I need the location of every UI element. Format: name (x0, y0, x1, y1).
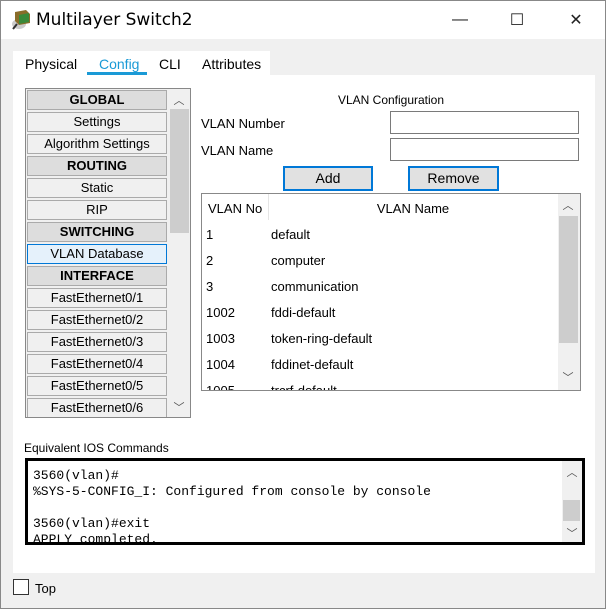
table-row[interactable]: 3 communication (202, 279, 558, 299)
vlan-no-cell: 3 (206, 279, 214, 294)
vlan-no-cell: 2 (206, 253, 214, 268)
ios-commands-console[interactable]: 3560(vlan)# %SYS-5-CONFIG_I: Configured f… (25, 458, 585, 545)
console-line: 3560(vlan)#exit (33, 516, 151, 531)
vlan-name-cell: fddinet-default (271, 357, 354, 372)
vlan-name-input[interactable] (390, 138, 579, 161)
console-line: APPLY completed. (33, 532, 158, 545)
table-row[interactable]: 1005 trcrf-default (202, 383, 558, 391)
tab-cli[interactable]: CLI (159, 56, 181, 72)
sidebar-section-header: SWITCHING (27, 222, 167, 242)
console-scrollbar[interactable]: ︿ ﹀ (562, 461, 582, 542)
title-bar: Multilayer Switch2 — ☐ ✕ (1, 1, 605, 39)
console-line: 3560(vlan)# (33, 468, 119, 483)
sidebar-item[interactable]: FastEthernet0/5 (27, 376, 167, 396)
scroll-up-icon[interactable]: ︿ (558, 197, 578, 213)
switch-icon (12, 10, 30, 30)
column-header-vlan-no[interactable]: VLAN No (208, 201, 262, 216)
scroll-down-icon[interactable]: ﹀ (558, 369, 578, 385)
close-button[interactable]: ✕ (553, 1, 599, 39)
vlan-table: VLAN No VLAN Name 1 default 2 computer 3 comm… (201, 193, 581, 391)
sidebar-item[interactable]: RIP (27, 200, 167, 220)
vlan-no-cell: 1004 (206, 357, 235, 372)
table-row[interactable]: 1003 token-ring-default (202, 331, 558, 351)
vlan-name-cell: computer (271, 253, 326, 268)
active-tab-indicator (87, 72, 147, 75)
console-line: %SYS-5-CONFIG_I: Configured from console… (33, 484, 431, 499)
table-row[interactable]: 1 default (202, 227, 558, 247)
sidebar-item[interactable]: VLAN Database (27, 244, 167, 264)
table-scrollbar[interactable]: ︿ ﹀ (558, 194, 580, 390)
vlan-name-cell: communication (271, 279, 359, 294)
sidebar-item[interactable]: FastEthernet0/6 (27, 398, 167, 417)
sidebar-item[interactable]: FastEthernet0/2 (27, 310, 167, 330)
sidebar-item[interactable]: Algorithm Settings (27, 134, 167, 154)
sidebar-item[interactable]: FastEthernet0/4 (27, 354, 167, 374)
vlan-name-cell: default (271, 227, 311, 242)
column-header-vlan-name[interactable]: VLAN Name (269, 201, 557, 216)
sidebar-section-header: INTERFACE (27, 266, 167, 286)
scroll-up-icon[interactable]: ︿ (562, 464, 582, 480)
scroll-down-icon[interactable]: ﹀ (562, 525, 582, 541)
top-checkbox[interactable] (13, 579, 29, 595)
sidebar-list: GLOBAL Settings Algorithm Settings ROUTING S… (25, 88, 191, 418)
top-checkbox-label: Top (35, 581, 56, 596)
scrollbar-thumb[interactable] (170, 109, 189, 233)
minimize-button[interactable]: — (437, 1, 483, 39)
tab-bar-filler (270, 51, 595, 75)
window-title: Multilayer Switch2 (36, 10, 193, 30)
sidebar-item[interactable]: FastEthernet0/1 (27, 288, 167, 308)
add-button[interactable]: Add (283, 166, 373, 191)
tab-config[interactable]: Config (99, 56, 139, 72)
scrollbar-thumb[interactable] (559, 216, 578, 343)
sidebar-item[interactable]: Settings (27, 112, 167, 132)
sidebar-section-header: GLOBAL (27, 90, 167, 110)
scroll-up-icon[interactable]: ︿ (169, 92, 189, 108)
scrollbar-thumb[interactable] (563, 500, 580, 521)
vlan-number-label: VLAN Number (201, 116, 285, 131)
table-row[interactable]: 1002 fddi-default (202, 305, 558, 325)
window: Multilayer Switch2 — ☐ ✕ Physical Config… (0, 0, 606, 609)
vlan-number-input[interactable] (390, 111, 579, 134)
vlan-name-label: VLAN Name (201, 143, 274, 158)
maximize-button[interactable]: ☐ (494, 1, 540, 39)
sidebar-scrollbar[interactable]: ︿ ﹀ (169, 89, 190, 417)
vlan-no-cell: 1003 (206, 331, 235, 346)
vlan-config-title: VLAN Configuration (337, 93, 445, 107)
tab-physical[interactable]: Physical (25, 56, 77, 72)
table-row[interactable]: 2 computer (202, 253, 558, 273)
scroll-down-icon[interactable]: ﹀ (169, 399, 189, 415)
vlan-no-cell: 1002 (206, 305, 235, 320)
table-row[interactable]: 1004 fddinet-default (202, 357, 558, 377)
vlan-no-cell: 1005 (206, 383, 235, 391)
sidebar-item[interactable]: FastEthernet0/3 (27, 332, 167, 352)
tab-attributes[interactable]: Attributes (202, 56, 261, 72)
sidebar-item[interactable]: Static (27, 178, 167, 198)
sidebar-section-header: ROUTING (27, 156, 167, 176)
vlan-name-cell: fddi-default (271, 305, 336, 320)
vlan-name-cell: token-ring-default (271, 331, 373, 346)
remove-button[interactable]: Remove (408, 166, 499, 191)
vlan-name-cell: trcrf-default (271, 383, 337, 391)
vlan-no-cell: 1 (206, 227, 214, 242)
ios-commands-label: Equivalent IOS Commands (24, 441, 169, 455)
